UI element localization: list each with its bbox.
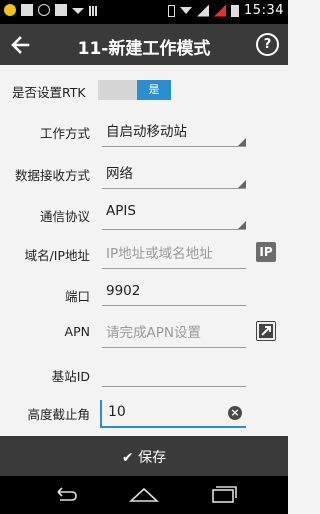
protocol-select[interactable]: APIS: [102, 203, 246, 230]
work-mode-select[interactable]: 自启动移动站: [102, 120, 246, 147]
help-icon[interactable]: ?: [256, 33, 279, 56]
cutoff-input[interactable]: 10 ×: [100, 400, 246, 428]
data-receive-label: 数据接收方式: [14, 168, 90, 183]
check-icon: ✔: [121, 450, 134, 466]
vibrate-icon: [168, 4, 176, 17]
notification-icon: [4, 4, 16, 16]
work-mode-label: 工作方式: [39, 126, 90, 141]
protocol-value: APIS: [106, 203, 136, 219]
page-title: 11-新建工作模式: [77, 39, 211, 59]
station-id-label: 基站ID: [51, 369, 90, 384]
image-icon: [55, 4, 67, 16]
status-bar: 15:34: [0, 0, 288, 24]
data-receive-select[interactable]: 网络: [102, 162, 246, 189]
external-link-icon[interactable]: [256, 321, 276, 341]
rtk-label: 是否设置RTK: [12, 85, 86, 100]
clock: 15:34: [244, 3, 284, 18]
save-label: 保存: [138, 450, 167, 466]
red-signal-icon: [214, 4, 227, 17]
rtk-toggle[interactable]: 是: [98, 80, 171, 100]
station-id-input[interactable]: [102, 363, 246, 387]
protocol-label: 通信协议: [39, 209, 90, 224]
domain-label: 域名/IP地址: [24, 248, 90, 263]
bars-icon: [89, 4, 97, 16]
save-button[interactable]: ✔ 保存: [0, 436, 288, 476]
image-icon: [21, 4, 33, 16]
port-label: 端口: [64, 289, 90, 304]
dropdown-triangle-icon: [238, 138, 246, 146]
data-receive-value: 网络: [106, 166, 133, 182]
title-bar: 11-新建工作模式 ?: [0, 24, 288, 65]
sync-icon: [38, 4, 50, 16]
recents-nav-icon[interactable]: [208, 485, 238, 505]
signal-icon: [197, 4, 210, 17]
wifi-signal-icon: [180, 7, 193, 14]
domain-input[interactable]: IP地址或域名地址: [102, 242, 246, 269]
port-input[interactable]: 9902: [102, 283, 246, 306]
clear-icon[interactable]: ×: [228, 406, 242, 420]
back-nav-icon[interactable]: [50, 485, 80, 505]
dropdown-triangle-icon: [238, 221, 246, 229]
wifi-icon: [72, 8, 84, 14]
apn-label: APN: [64, 324, 90, 339]
cutoff-value: 10: [108, 404, 126, 420]
work-mode-value: 自启动移动站: [106, 124, 187, 140]
battery-icon: [231, 4, 240, 17]
dropdown-triangle-icon: [238, 180, 246, 188]
apn-input[interactable]: 请完成APN设置: [102, 321, 246, 348]
home-nav-icon[interactable]: [129, 485, 159, 505]
ip-icon[interactable]: IP: [256, 242, 276, 262]
rtk-toggle-knob: 是: [137, 80, 171, 100]
cutoff-label: 高度截止角: [27, 407, 90, 422]
nav-bar: [0, 476, 288, 514]
